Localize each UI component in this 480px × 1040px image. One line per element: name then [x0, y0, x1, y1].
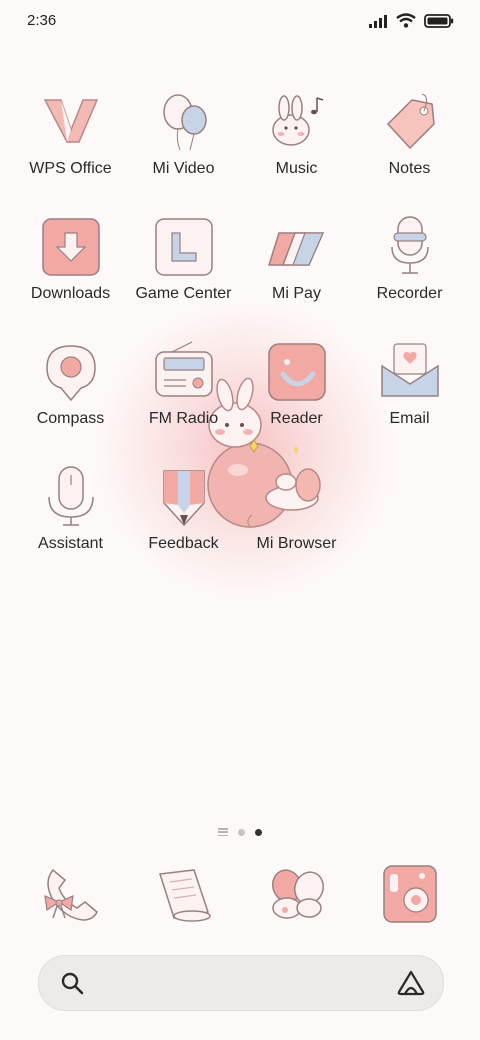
page-indicator[interactable]	[0, 828, 480, 836]
app-downloads[interactable]: Downloads	[14, 215, 127, 325]
capsule-mic-icon	[47, 466, 94, 526]
app-mi-browser[interactable]: Mi Browser	[240, 465, 353, 575]
app-label: Mi Pay	[272, 285, 321, 302]
pencil-icon	[162, 470, 205, 527]
app-email[interactable]: Email	[353, 340, 466, 450]
smile-icon	[267, 343, 326, 401]
app-label: WPS Office	[29, 160, 112, 177]
wifi-icon	[396, 13, 416, 28]
game-center-icon	[154, 218, 213, 276]
app-wps-office[interactable]: WPS Office	[14, 90, 127, 200]
app-music[interactable]: Music	[240, 90, 353, 200]
search-bar[interactable]	[38, 955, 444, 1011]
microphone-icon	[390, 216, 429, 274]
butterfly-icon[interactable]	[265, 862, 329, 926]
app-label: Game Center	[135, 285, 232, 302]
page-dot[interactable]	[238, 828, 245, 836]
wps-office-icon	[43, 99, 98, 143]
app-label: Mi Video	[152, 160, 215, 177]
radio-icon	[154, 341, 213, 397]
app-mi-video[interactable]: Mi Video	[127, 90, 240, 200]
download-arrow-icon	[41, 218, 100, 276]
app-notes[interactable]: Notes	[353, 90, 466, 200]
balloons-icon	[162, 94, 207, 151]
app-label: Downloads	[30, 285, 111, 302]
location-pin-icon	[45, 345, 96, 402]
status-time: 2:36	[27, 12, 57, 29]
envelope-heart-icon	[380, 343, 439, 397]
app-label: Email	[389, 410, 430, 427]
camera-icon[interactable]	[378, 862, 442, 926]
status-icons	[368, 13, 454, 28]
battery-icon	[424, 13, 454, 28]
app-reader[interactable]: Reader	[240, 340, 353, 450]
app-label: Music	[275, 160, 318, 177]
app-assistant[interactable]: Assistant	[14, 465, 127, 575]
app-fm-radio[interactable]: FM Radio	[127, 340, 240, 450]
page-dot-active[interactable]	[255, 828, 262, 836]
tag-icon	[386, 93, 435, 149]
app-label: Reader	[270, 410, 323, 427]
signal-icon	[369, 14, 387, 28]
app-label: Feedback	[148, 535, 219, 552]
app-compass[interactable]: Compass	[14, 340, 127, 450]
scroll-icon[interactable]	[152, 862, 216, 926]
app-feedback[interactable]: Feedback	[127, 465, 240, 575]
app-label: FM Radio	[148, 410, 219, 427]
assistant-icon[interactable]	[397, 970, 425, 996]
app-game-center[interactable]: Game Center	[127, 215, 240, 325]
app-label: Assistant	[38, 535, 103, 552]
app-label: Compass	[36, 410, 105, 427]
app-label: Recorder	[376, 285, 443, 302]
app-drawer-icon[interactable]	[218, 828, 228, 836]
app-label: Mi Browser	[256, 535, 337, 552]
status-bar: 2:36	[0, 0, 480, 44]
app-mi-pay[interactable]: Mi Pay	[240, 215, 353, 325]
app-recorder[interactable]: Recorder	[353, 215, 466, 325]
app-label: Notes	[388, 160, 431, 177]
bunny-music-icon	[271, 95, 323, 146]
search-icon[interactable]	[59, 970, 85, 996]
phone-bow-icon[interactable]	[39, 862, 103, 926]
cards-icon	[267, 232, 324, 266]
